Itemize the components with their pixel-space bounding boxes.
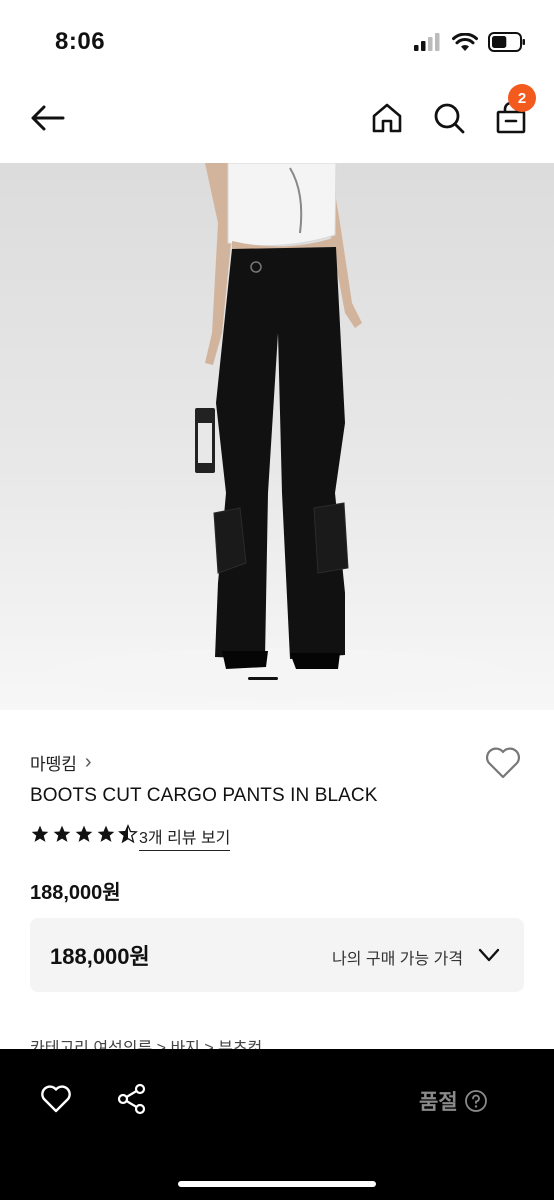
back-button[interactable] xyxy=(25,96,69,140)
rating-stars xyxy=(30,824,138,844)
product-name: BOOTS CUT CARGO PANTS IN BLACK xyxy=(30,785,378,806)
home-icon xyxy=(372,103,402,133)
chevron-down-icon xyxy=(478,948,500,962)
home-button[interactable] xyxy=(365,96,409,140)
my-price-value: 188,000원 xyxy=(50,944,150,969)
carousel-indicator xyxy=(248,677,278,680)
signal-icon xyxy=(414,33,440,51)
battery-icon xyxy=(488,32,525,52)
my-price-label: 나의 구매 가능 가격 xyxy=(332,951,464,968)
status-icons xyxy=(414,32,526,52)
star-icon xyxy=(97,825,115,842)
question-circle-icon[interactable] xyxy=(464,1089,488,1113)
status-time: 8:06 xyxy=(55,28,106,55)
heart-outline-icon xyxy=(41,1085,71,1113)
arrow-left-icon xyxy=(31,105,65,131)
brand-link[interactable]: 마뗑킴 › xyxy=(30,750,92,775)
price-box-toggle[interactable] xyxy=(476,942,502,973)
star-icon xyxy=(75,825,93,842)
cart-count-badge: 2 xyxy=(508,84,536,112)
product-image[interactable] xyxy=(0,163,554,710)
share-icon xyxy=(117,1083,146,1115)
bottom-action-bar xyxy=(0,1049,554,1200)
sold-out-label: 품절 xyxy=(419,1091,458,1114)
category-breadcrumb: 카테고리 여성의류 > 바지 > 부츠컷 xyxy=(30,1040,263,1049)
star-half-icon xyxy=(118,824,138,844)
search-icon xyxy=(434,103,465,134)
brand-name: 마뗑킴 xyxy=(30,755,77,774)
star-icon xyxy=(31,825,49,842)
home-indicator[interactable] xyxy=(178,1181,376,1187)
like-button[interactable] xyxy=(40,1084,72,1119)
product-price: 188,000원 xyxy=(30,882,121,904)
share-button[interactable] xyxy=(116,1083,148,1120)
heart-outline-icon xyxy=(486,747,520,779)
search-button[interactable] xyxy=(427,96,471,140)
product-photo xyxy=(47,163,507,698)
reviews-link[interactable]: 3개 리뷰 보기 xyxy=(139,824,231,851)
wifi-icon xyxy=(452,32,478,51)
chevron-right-icon: › xyxy=(84,751,92,773)
wishlist-button[interactable] xyxy=(484,746,522,785)
sold-out-status[interactable]: 품절 xyxy=(419,1086,488,1116)
star-icon xyxy=(53,825,71,842)
